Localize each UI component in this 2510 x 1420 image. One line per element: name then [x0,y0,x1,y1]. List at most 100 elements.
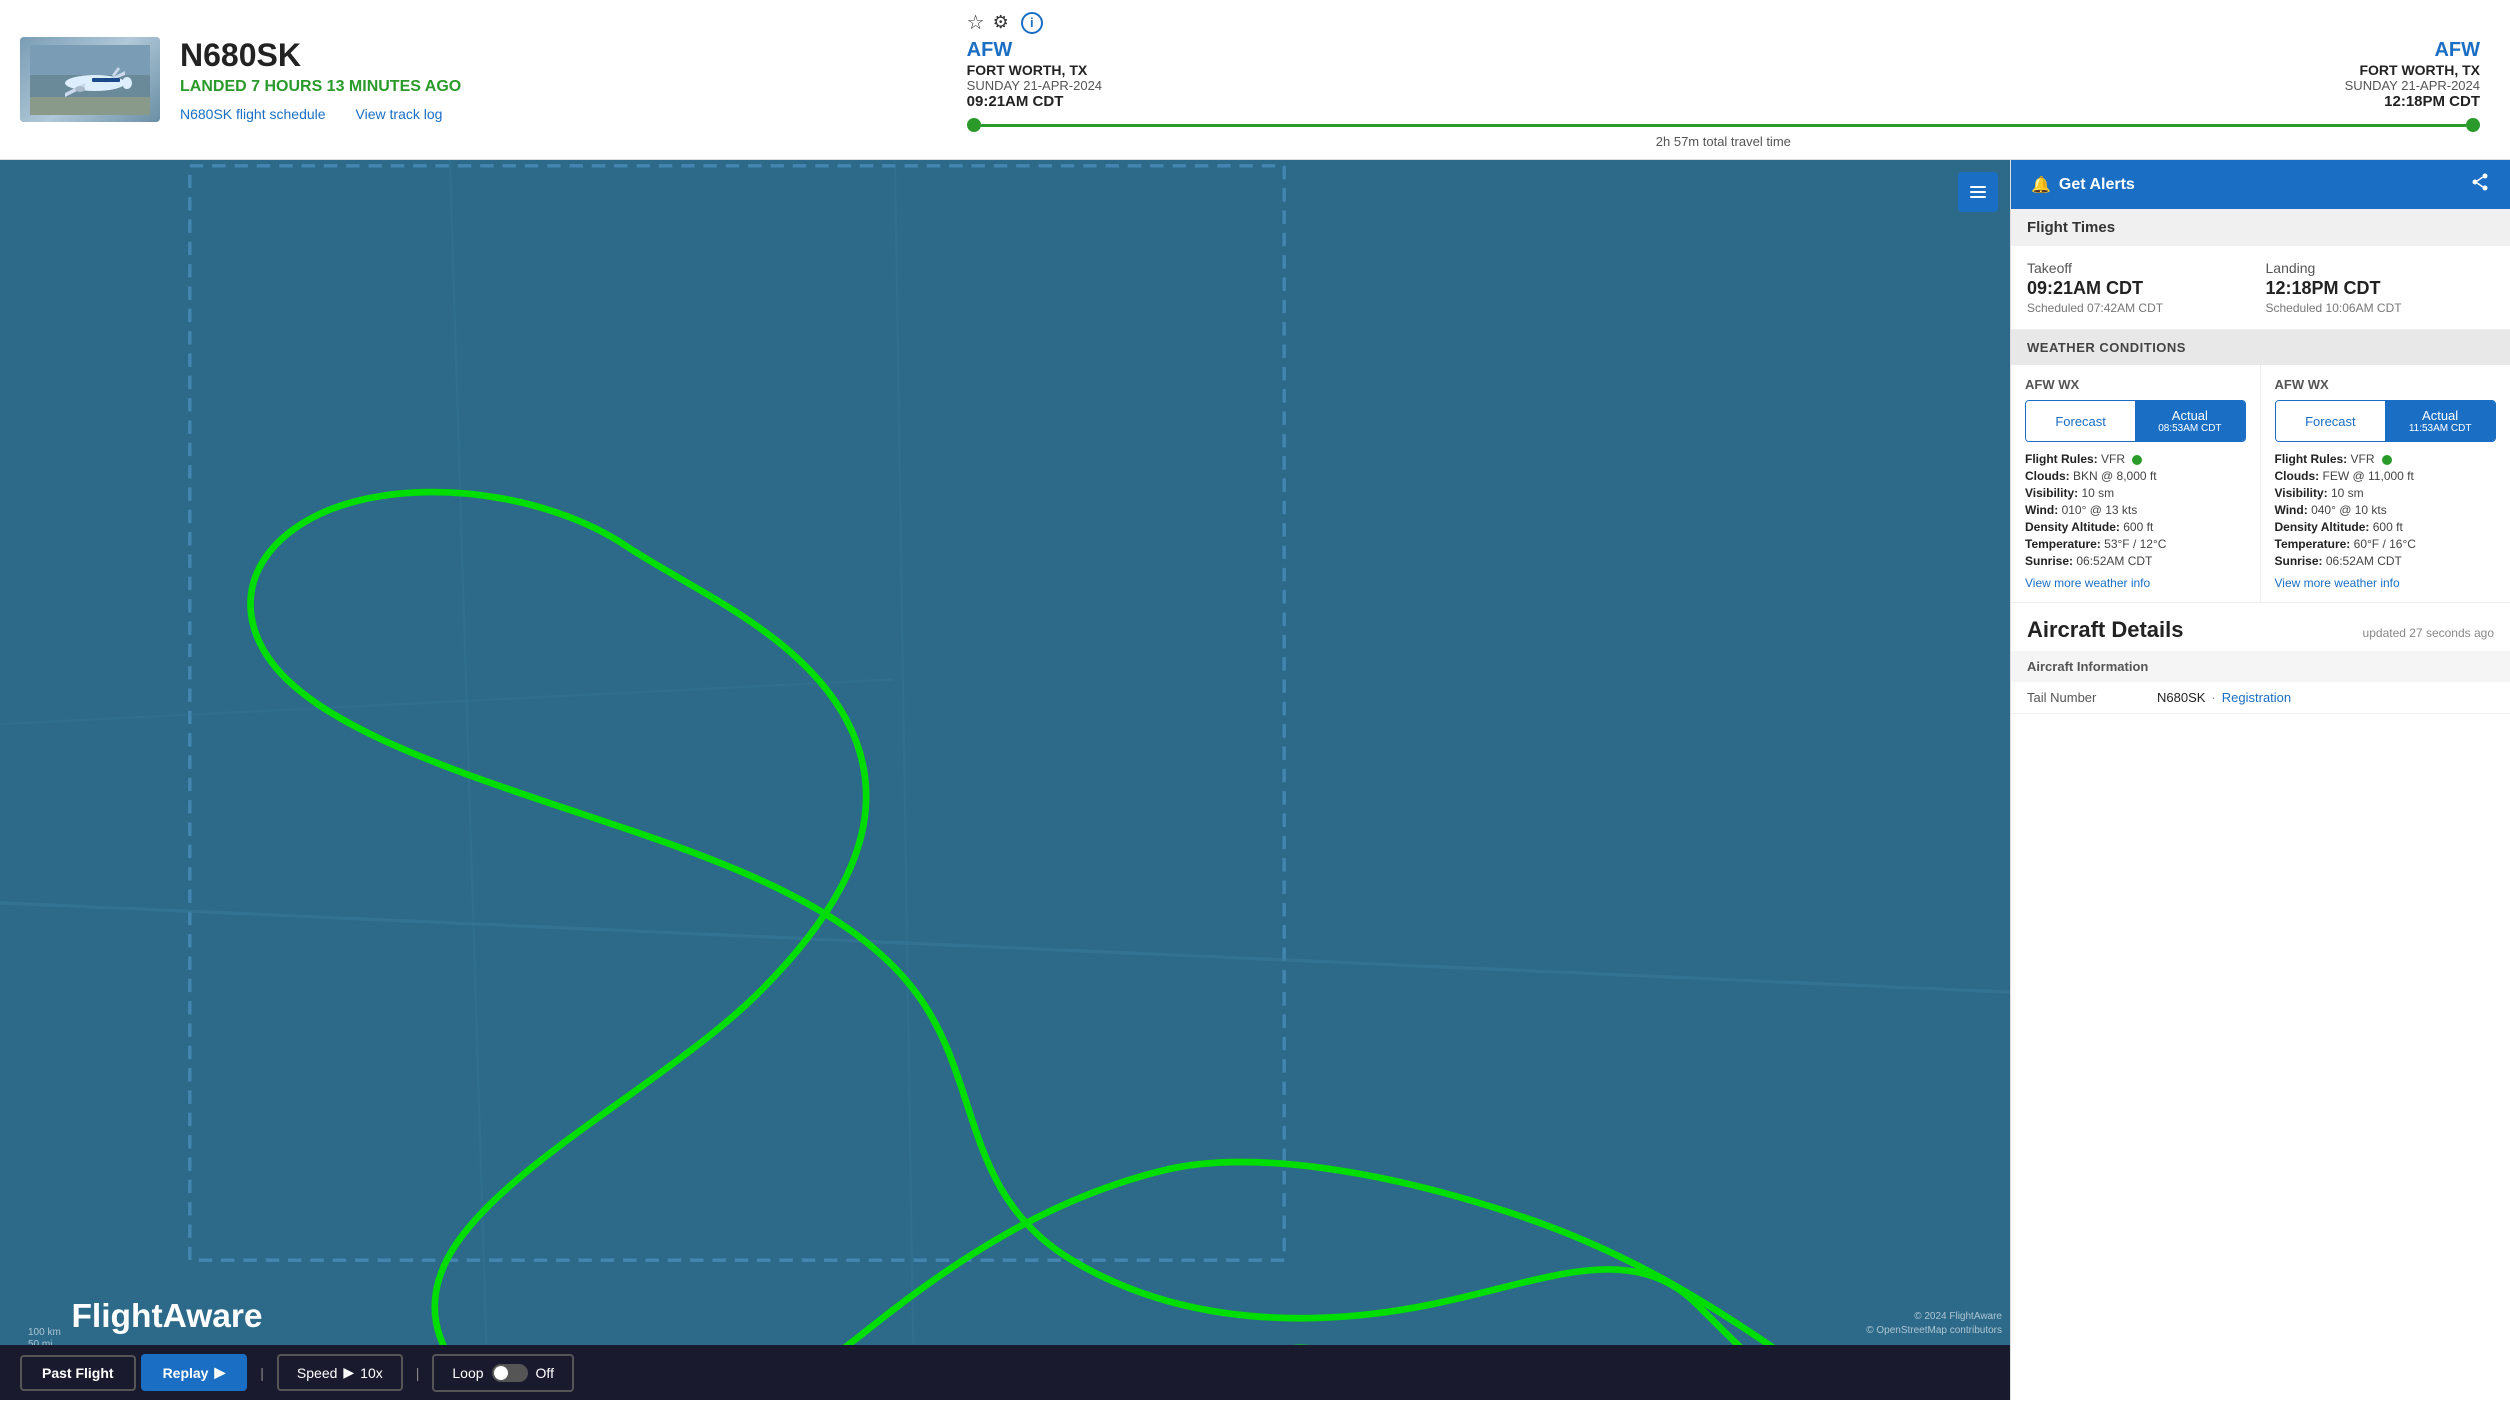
layers-button[interactable] [1958,172,1998,212]
loop-toggle-knob [494,1366,508,1380]
tail-number: N680SK [180,37,937,74]
landing-label: Landing [2266,260,2495,276]
past-flight-button[interactable]: Past Flight [20,1355,136,1391]
weather-right-temperature: Temperature: 60°F / 16°C [2275,537,2497,551]
replay-play-icon: ▶ [214,1364,225,1381]
origin-block: AFW FORT WORTH, TX SUNDAY 21-APR-2024 09… [967,39,1102,110]
weather-section: WEATHER CONDITIONS AFW WX Forecast Actua… [2011,330,2510,603]
takeoff-time: 09:21AM CDT [2027,278,2256,299]
share-button[interactable] [2470,172,2490,197]
weather-columns: AFW WX Forecast Actual 08:53AM CDT Fligh… [2011,365,2510,602]
weather-left-wind: Wind: 010° @ 13 kts [2025,503,2246,517]
landing-scheduled: Scheduled 10:06AM CDT [2266,301,2495,315]
tail-number-row-label: Tail Number [2027,690,2157,705]
weather-left-label: AFW WX [2025,377,2246,392]
header-info: N680SK LANDED 7 HOURS 13 MINUTES AGO N68… [180,37,937,122]
weather-right-label: AFW WX [2275,377,2497,392]
weather-left-temperature: Temperature: 53°F / 12°C [2025,537,2246,551]
weather-left-forecast-tab[interactable]: Forecast [2026,401,2135,441]
aircraft-image [20,37,160,122]
weather-left-more-link[interactable]: View more weather info [2025,576,2246,590]
divider1: | [260,1365,264,1381]
weather-right-flight-rules: Flight Rules: VFR [2275,452,2497,466]
flight-times-body: Takeoff 09:21AM CDT Scheduled 07:42AM CD… [2011,246,2510,329]
weather-header: WEATHER CONDITIONS [2011,330,2510,365]
weather-left-tabs: Forecast Actual 08:53AM CDT [2025,400,2246,442]
gear-icon[interactable]: ⚙ [993,12,1009,33]
landing-time: 12:18PM CDT [2266,278,2495,299]
get-alerts-button[interactable]: 🔔 Get Alerts [2031,175,2135,195]
speed-button[interactable]: Speed ▶ 10x [277,1354,403,1391]
weather-right-clouds: Clouds: FEW @ 11,000 ft [2275,469,2497,483]
weather-left-sunrise: Sunrise: 06:52AM CDT [2025,554,2246,568]
weather-left-actual-tab[interactable]: Actual 08:53AM CDT [2135,401,2244,441]
destination-dot [2466,118,2480,132]
origin-city: FORT WORTH, TX [967,62,1102,78]
weather-left-flight-rules: Flight Rules: VFR [2025,452,2246,466]
weather-left-visibility: Visibility: 10 sm [2025,486,2246,500]
destination-time: 12:18PM CDT [2345,93,2480,110]
weather-right-tabs: Forecast Actual 11:53AM CDT [2275,400,2497,442]
flight-times-header: Flight Times [2011,209,2510,246]
origin-dot [967,118,981,132]
landing-block: Landing 12:18PM CDT Scheduled 10:06AM CD… [2266,260,2495,315]
loop-toggle[interactable] [492,1364,528,1382]
route-line [967,118,2480,132]
flight-status: LANDED 7 HOURS 13 MINUTES AGO [180,78,937,96]
vfr-dot-left [2132,455,2142,465]
alerts-bar: 🔔 Get Alerts [2011,160,2510,209]
speed-play-icon: ▶ [343,1364,354,1381]
destination-city: FORT WORTH, TX [2345,62,2480,78]
bell-icon: 🔔 [2031,175,2051,195]
flight-times-section: Flight Times Takeoff 09:21AM CDT Schedul… [2011,209,2510,330]
star-icon[interactable]: ☆ [967,10,985,35]
aircraft-details-section: Aircraft Details updated 27 seconds ago … [2011,603,2510,714]
schedule-link[interactable]: N680SK flight schedule [180,106,326,122]
takeoff-label: Takeoff [2027,260,2256,276]
destination-code[interactable]: AFW [2345,39,2480,62]
track-log-link[interactable]: View track log [356,106,443,122]
aircraft-details-title: Aircraft Details [2027,617,2184,643]
tail-number-row: Tail Number N680SK · Registration [2011,682,2510,714]
weather-left-col: AFW WX Forecast Actual 08:53AM CDT Fligh… [2011,365,2261,602]
origin-time: 09:21AM CDT [967,93,1102,110]
map-copyright: © 2024 FlightAware© OpenStreetMap contri… [1866,1310,2002,1338]
main-content: AFW FlightAware ✈ 100 km 50 mi © 2024 Fl… [0,160,2510,1400]
vfr-dot-right [2382,455,2392,465]
weather-right-sunrise: Sunrise: 06:52AM CDT [2275,554,2497,568]
loop-button[interactable]: Loop Off [432,1354,574,1392]
divider2: | [416,1365,420,1381]
route-line-bar [981,124,2466,127]
info-circle-icon: i [1021,12,1043,34]
weather-left-density: Density Altitude: 600 ft [2025,520,2246,534]
flight-path-svg: AFW FlightAware ✈ [0,160,2010,1400]
weather-left-clouds: Clouds: BKN @ 8,000 ft [2025,469,2246,483]
weather-right-more-link[interactable]: View more weather info [2275,576,2497,590]
map-scale-label-100: 100 km [28,1327,61,1338]
weather-right-density: Density Altitude: 600 ft [2275,520,2497,534]
replay-button[interactable]: Replay ▶ [141,1354,248,1391]
route-header: ☆ ⚙ i AFW FORT WORTH, TX SUNDAY 21-APR-2… [957,10,2490,149]
destination-date: SUNDAY 21-APR-2024 [2345,78,2480,93]
weather-right-wind: Wind: 040° @ 10 kts [2275,503,2497,517]
takeoff-block: Takeoff 09:21AM CDT Scheduled 07:42AM CD… [2027,260,2256,315]
right-panel: 🔔 Get Alerts Flight Times Takeoff [2010,160,2510,1400]
svg-text:FlightAware: FlightAware [71,1298,262,1335]
page-header: N680SK LANDED 7 HOURS 13 MINUTES AGO N68… [0,0,2510,160]
weather-right-forecast-tab[interactable]: Forecast [2276,401,2386,441]
header-links: N680SK flight schedule View track log [180,106,937,122]
weather-right-col: AFW WX Forecast Actual 11:53AM CDT Fligh… [2261,365,2510,602]
flight-times-grid: Takeoff 09:21AM CDT Scheduled 07:42AM CD… [2027,260,2494,315]
destination-block: AFW FORT WORTH, TX SUNDAY 21-APR-2024 12… [2345,39,2480,110]
map-canvas: AFW FlightAware ✈ 100 km 50 mi © 2024 Fl… [0,160,2010,1400]
registration-link[interactable]: Registration [2222,690,2291,705]
map-controls: Past Flight Replay ▶ | Speed ▶ 10x | Loo… [0,1345,2010,1400]
map-section: AFW FlightAware ✈ 100 km 50 mi © 2024 Fl… [0,160,2010,1400]
aircraft-details-header: Aircraft Details updated 27 seconds ago [2011,603,2510,651]
tail-number-row-value: N680SK · Registration [2157,690,2291,705]
origin-code[interactable]: AFW [967,39,1102,62]
weather-right-actual-tab[interactable]: Actual 11:53AM CDT [2385,401,2495,441]
travel-time: 2h 57m total travel time [1656,134,1791,149]
aircraft-details-updated: updated 27 seconds ago [2363,626,2494,640]
weather-right-visibility: Visibility: 10 sm [2275,486,2497,500]
